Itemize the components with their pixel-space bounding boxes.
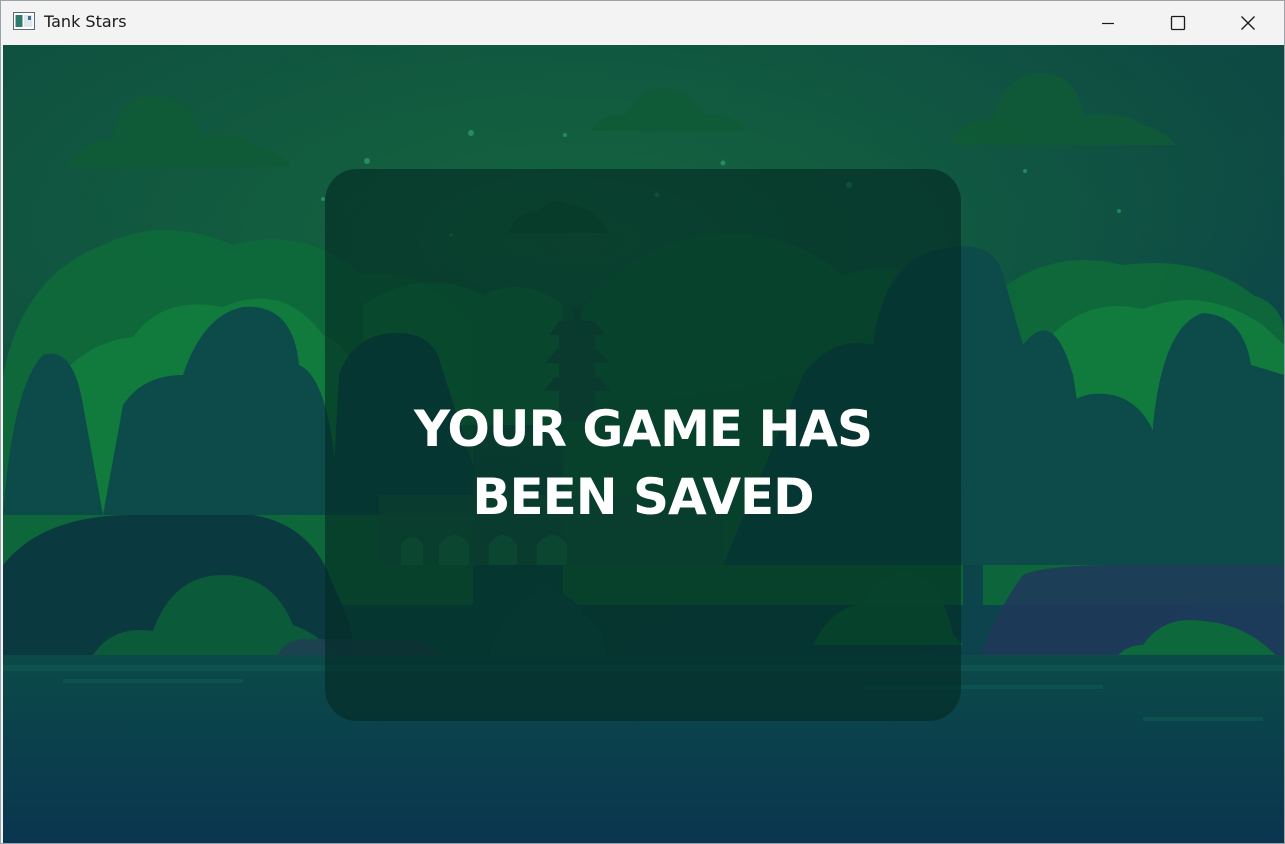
title-bar[interactable]: Tank Stars xyxy=(1,1,1284,44)
game-viewport[interactable]: YOUR GAME HAS BEEN SAVED xyxy=(3,45,1284,843)
maximize-button[interactable] xyxy=(1143,1,1213,44)
minimize-button[interactable] xyxy=(1073,1,1143,44)
app-icon xyxy=(13,12,35,30)
save-message: YOUR GAME HAS BEEN SAVED xyxy=(325,395,961,531)
window-title: Tank Stars xyxy=(44,12,127,31)
maximize-icon xyxy=(1170,15,1186,30)
save-message-line-2: BEEN SAVED xyxy=(472,468,814,526)
close-button[interactable] xyxy=(1213,1,1283,44)
save-confirmation-dialog: YOUR GAME HAS BEEN SAVED xyxy=(325,169,961,721)
close-icon xyxy=(1241,15,1255,30)
app-window: Tank Stars YOUR GAME HAS BEEN SAVED xyxy=(0,0,1285,844)
minimize-icon xyxy=(1102,22,1114,24)
save-message-line-1: YOUR GAME HAS xyxy=(413,400,873,458)
